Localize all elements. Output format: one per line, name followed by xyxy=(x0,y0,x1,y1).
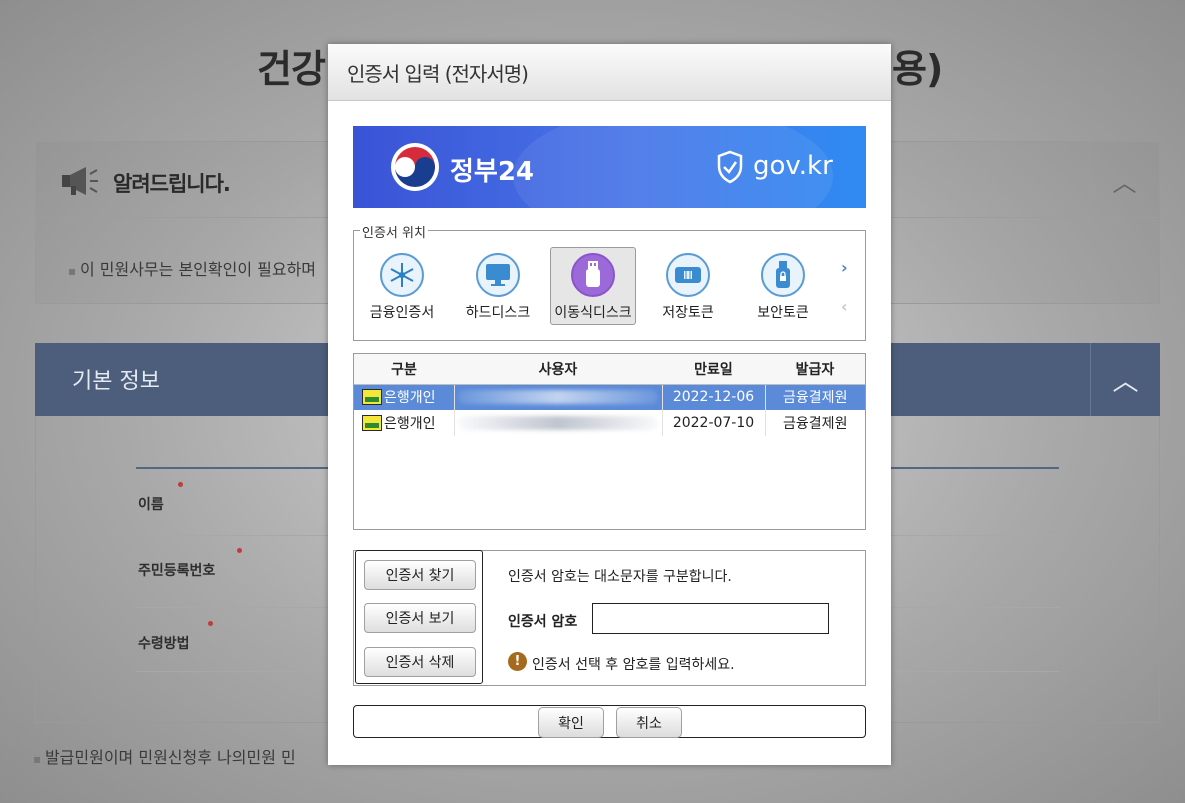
certificate-dialog: 인증서 입력 (전자서명) 정부24 gov.kr 인증서 위치 금융인증서 하… xyxy=(328,44,891,765)
view-cert-button[interactable]: 인증서 보기 xyxy=(364,603,476,633)
monitor-icon xyxy=(476,253,520,297)
cert-row-selected[interactable]: 은행개인 2022-12-06 금융결제원 xyxy=(354,384,865,410)
location-storage-token[interactable]: 저장토큰 xyxy=(645,247,731,325)
location-removable-disk[interactable]: 이동식디스크 xyxy=(550,247,636,325)
cert-type-cell: 은행개인 xyxy=(354,384,455,410)
password-input[interactable] xyxy=(592,603,829,634)
taeguk-logo-icon xyxy=(391,143,439,191)
cert-row[interactable]: 은행개인 2022-07-10 금융결제원 xyxy=(354,410,865,436)
cert-button-group: 인증서 찾기 인증서 보기 인증서 삭제 xyxy=(355,550,483,684)
shield-check-icon xyxy=(717,150,743,184)
case-sensitive-hint: 인증서 암호는 대소문자를 구분합니다. xyxy=(508,569,732,585)
cert-badge-icon xyxy=(362,389,382,406)
cert-table-header: 구분 사용자 만료일 발급자 xyxy=(354,354,865,385)
required-dot xyxy=(237,548,242,553)
col-header-issuer[interactable]: 발급자 xyxy=(765,354,865,385)
location-label: 금융인증서 xyxy=(369,305,435,321)
location-financial-cert[interactable]: 금융인증서 xyxy=(359,247,445,325)
delete-cert-button[interactable]: 인증서 삭제 xyxy=(364,647,476,677)
location-prev-arrow[interactable]: ‹ xyxy=(841,297,848,316)
cloud-certificate-icon xyxy=(380,253,424,297)
cancel-button[interactable]: 취소 xyxy=(616,707,682,738)
location-label: 저장토큰 xyxy=(662,305,714,321)
dialog-footer: 확인 취소 xyxy=(353,705,866,738)
cert-user-cell xyxy=(454,384,663,410)
confirm-button[interactable]: 확인 xyxy=(538,707,604,738)
cert-location-group: 인증서 위치 금융인증서 하드디스크 이동식디스크 저장토큰 보안토큰 › ‹ xyxy=(353,222,866,341)
col-header-user[interactable]: 사용자 xyxy=(454,354,662,385)
secure-usb-icon xyxy=(761,253,805,297)
cert-location-legend: 인증서 위치 xyxy=(360,222,428,241)
cert-badge-icon xyxy=(362,415,382,431)
location-next-arrow[interactable]: › xyxy=(841,258,848,277)
dialog-header: 인증서 입력 (전자서명) xyxy=(328,44,891,101)
find-cert-button[interactable]: 인증서 찾기 xyxy=(364,560,476,590)
location-security-token[interactable]: 보안토큰 xyxy=(740,247,826,325)
basic-info-title: 기본 정보 xyxy=(72,369,160,394)
cert-type-cell: 은행개인 xyxy=(354,410,455,436)
notice-collapse-button[interactable]: ︿ xyxy=(1089,142,1159,218)
page-title-right: 용) xyxy=(892,47,943,91)
basic-info-collapse-button[interactable]: ︿ xyxy=(1090,343,1160,416)
location-label: 보안토큰 xyxy=(757,305,809,321)
gov-kr-text: gov.kr xyxy=(753,151,833,181)
field-label-name: 이름 xyxy=(138,482,183,514)
required-dot xyxy=(208,621,213,626)
location-label: 하드디스크 xyxy=(465,305,531,321)
field-label-receive-method: 수령방법 xyxy=(138,621,213,653)
cert-table: 구분 사용자 만료일 발급자 은행개인 2022-12-06 금융결제원 은행개… xyxy=(354,354,865,436)
warning-icon: ! xyxy=(508,652,527,671)
blurred-user-name xyxy=(458,390,658,405)
col-header-type[interactable]: 구분 xyxy=(354,354,454,385)
password-label: 인증서 암호 xyxy=(508,614,578,630)
notice-text: 이 민원사무는 본인확인이 필요하며 xyxy=(68,256,316,280)
cert-issuer-cell: 금융결제원 xyxy=(783,416,848,432)
notice-title: 알려드립니다. xyxy=(113,172,231,196)
gov24-banner: 정부24 gov.kr xyxy=(353,126,866,208)
cert-action-panel: 인증서 찾기 인증서 보기 인증서 삭제 인증서 암호는 대소문자를 구분합니다… xyxy=(353,550,866,686)
page-title-left: 건강 xyxy=(257,47,326,91)
megaphone-icon xyxy=(62,167,98,195)
cert-expiry-cell: 2022-12-06 xyxy=(662,384,766,410)
cert-expiry-cell: 2022-07-10 xyxy=(662,410,766,436)
dialog-title: 인증서 입력 (전자서명) xyxy=(347,61,529,86)
field-label-rrn: 주민등록번호 xyxy=(138,548,242,580)
warning-text: 인증서 선택 후 암호를 입력하세요. xyxy=(532,657,735,673)
location-label: 이동식디스크 xyxy=(554,305,632,321)
footnote: 발급민원이며 민원신청후 나의민원 민 xyxy=(33,744,296,768)
gov24-logo-text: 정부24 xyxy=(450,157,535,187)
location-hard-disk[interactable]: 하드디스크 xyxy=(455,247,541,325)
cert-table-container: 구분 사용자 만료일 발급자 은행개인 2022-12-06 금융결제원 은행개… xyxy=(353,353,866,530)
cert-user-cell xyxy=(454,410,663,436)
blurred-user-name xyxy=(458,416,658,430)
required-dot xyxy=(178,482,183,487)
usb-icon xyxy=(571,253,615,297)
col-header-expiry[interactable]: 만료일 xyxy=(662,354,765,385)
cert-issuer-cell: 금융결제원 xyxy=(765,384,865,410)
token-icon xyxy=(666,253,710,297)
